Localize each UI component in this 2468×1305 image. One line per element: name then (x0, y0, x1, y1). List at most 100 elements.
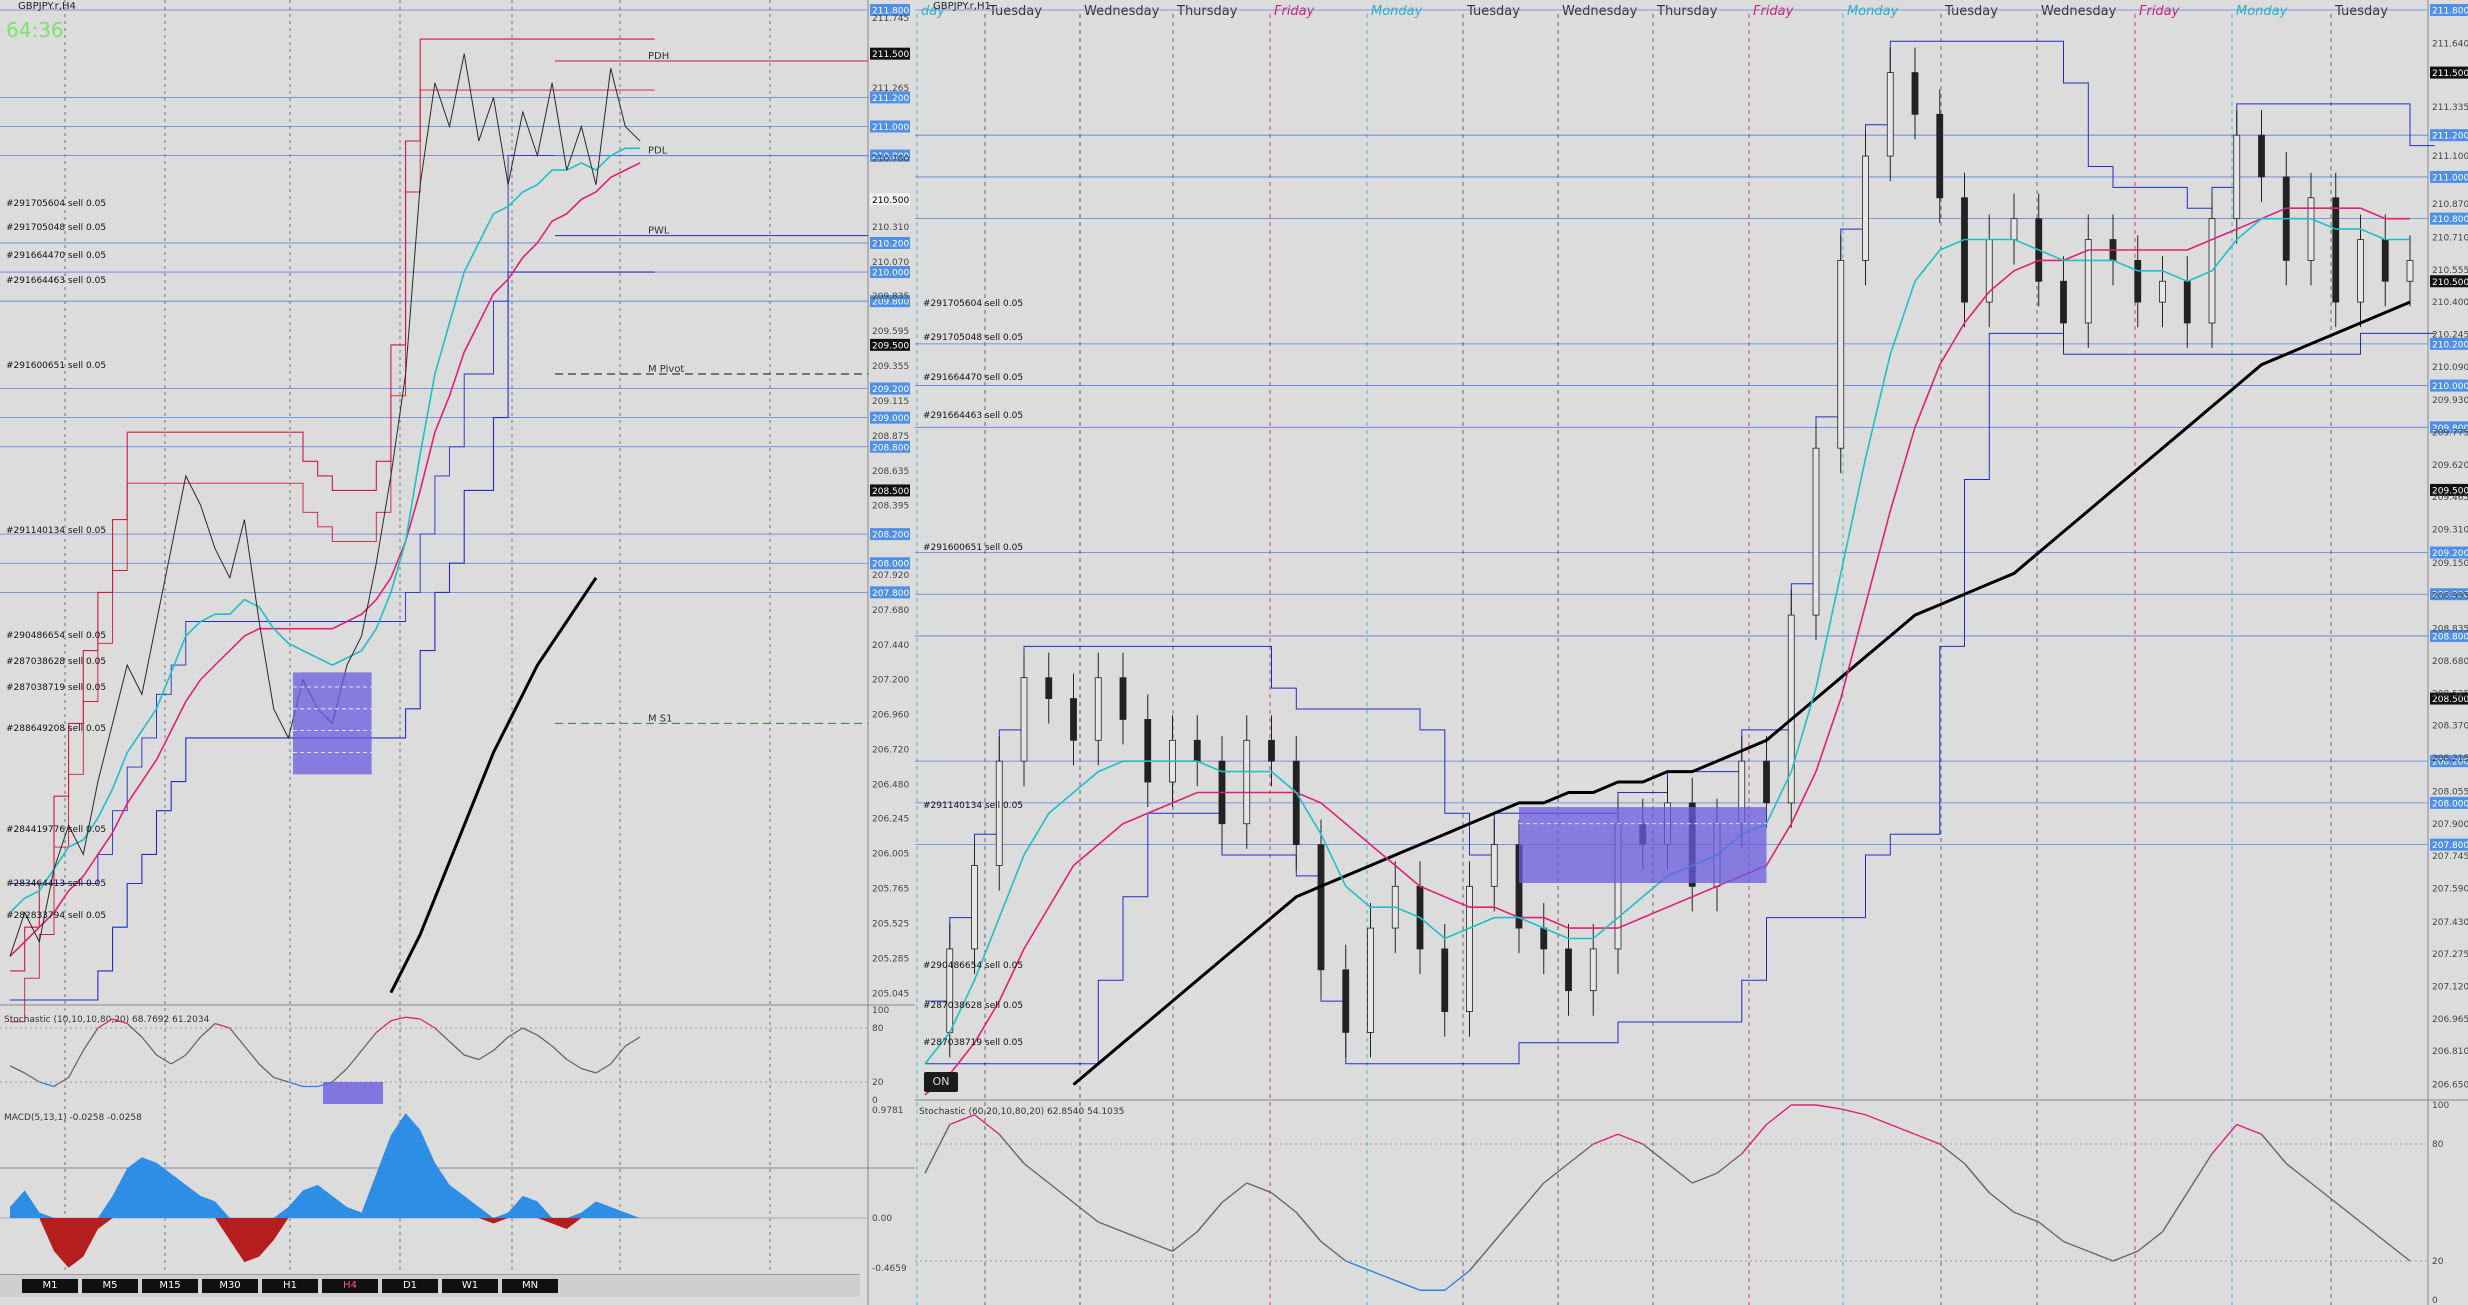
price-tick-label: 208.835 (2432, 625, 2468, 635)
candle-body (1342, 969, 1350, 1033)
price-tag: 210.000 (2432, 382, 2468, 392)
level-label: M Pivot (648, 364, 684, 375)
order-label: #291664470 sell 0.05 (6, 251, 106, 261)
candle-body (2357, 239, 2364, 303)
sma-line (389, 576, 598, 994)
stochastic-segment (566, 1058, 582, 1070)
macd-negative-area (10, 1218, 640, 1268)
on-badge[interactable]: ON (924, 1072, 958, 1092)
stochastic-segment (405, 1016, 421, 1020)
price-tick-label: 205.285 (872, 955, 909, 965)
stochastic-segment (1370, 1270, 1396, 1282)
stochastic-h4-label: Stochastic (10,10,10,80,20) 68.7692 61.2… (4, 1015, 210, 1025)
price-tag: 209.500 (872, 341, 909, 351)
stochastic-segment (170, 1054, 187, 1065)
stochastic-segment (200, 1023, 216, 1038)
stochastic-segment (390, 1016, 406, 1022)
order-label: #291664463 sell 0.05 (6, 276, 106, 286)
price-tag: 211.000 (872, 123, 909, 133)
stochastic-segment (2335, 1201, 2361, 1223)
tf-button-mn[interactable]: MN (502, 1279, 558, 1293)
h1-chart-pane[interactable]: day Tuesday Wednesday Thursday Friday Monday T… (915, 0, 2468, 1305)
tf-button-d1[interactable]: D1 (382, 1279, 438, 1293)
tf-button-m15[interactable]: M15 (142, 1279, 198, 1293)
candle-body (1070, 698, 1077, 741)
candle-body (2381, 239, 2389, 282)
stochastic-level-label: 0 (872, 1096, 878, 1106)
stochastic-segment (185, 1036, 201, 1056)
day-label: Monday (1371, 4, 1423, 19)
price-tick-label: 208.370 (2432, 722, 2468, 732)
price-tick-label: 206.005 (872, 850, 909, 860)
stochastic-segment (1963, 1163, 1990, 1194)
stochastic-zone (323, 1082, 384, 1104)
candle-body (1020, 677, 1028, 762)
price-tick-label: 210.780 (872, 155, 909, 165)
macd-level-label: 0.9781 (872, 1106, 904, 1116)
tf-button-m30[interactable]: M30 (202, 1279, 258, 1293)
price-tick-label: 205.045 (872, 989, 909, 999)
price-tick-label: 206.480 (872, 781, 909, 791)
stochastic-segment (361, 1032, 377, 1051)
stochastic-segment (258, 1063, 275, 1078)
tf-button-h4[interactable]: H4 (322, 1279, 378, 1293)
tf-button-w1[interactable]: W1 (442, 1279, 498, 1293)
stochastic-segment (39, 1081, 55, 1088)
timeframe-bar: M1 M5 M15 M30 H1 H4 D1 W1 MN (0, 1274, 860, 1297)
price-tick-label: 210.400 (2432, 298, 2468, 308)
order-label: #282833794 sell 0.05 (6, 911, 106, 921)
day-label: Tuesday (988, 4, 1042, 19)
day-label: Friday (1753, 4, 1794, 19)
tf-button-h1[interactable]: H1 (262, 1279, 318, 1293)
price-tag: 207.800 (2432, 841, 2468, 851)
candle-body (1763, 760, 1770, 804)
stochastic-segment (2013, 1211, 2040, 1223)
day-label: Wednesday (2041, 4, 2117, 19)
stochastic-segment (434, 1027, 450, 1042)
candle-body (1268, 739, 1275, 762)
price-tick-label: 209.775 (2432, 429, 2468, 439)
candle-body (1490, 844, 1498, 887)
day-label: Wednesday (1084, 4, 1160, 19)
order-label: #283464413 sell 0.05 (6, 879, 106, 889)
stochastic-segment (522, 1027, 538, 1036)
price-tick-label: 209.465 (2432, 493, 2468, 503)
tf-button-m5[interactable]: M5 (82, 1279, 138, 1293)
price-tick-label: 209.835 (872, 292, 909, 302)
price-line (9, 53, 641, 957)
price-tick-label: 206.245 (872, 815, 909, 825)
price-tag: 210.200 (2432, 340, 2468, 350)
order-label: #284419776 sell 0.05 (6, 825, 106, 835)
price-tick-label: 210.310 (872, 223, 909, 233)
price-tag: 209.200 (872, 385, 909, 395)
price-tag: 210.500 (2432, 278, 2468, 288)
stochastic-segment (2211, 1124, 2238, 1155)
stochastic-segment (1889, 1123, 1916, 1135)
candle-body (1837, 259, 1845, 449)
h1-chart-canvas[interactable]: day Tuesday Wednesday Thursday Friday Monday T… (915, 0, 2468, 1305)
price-tag: 210.200 (872, 239, 909, 249)
day-label: Wednesday (1562, 4, 1638, 19)
stochastic-segment (1073, 1201, 1099, 1223)
stochastic-segment (288, 1081, 304, 1088)
price-tag: 211.500 (2432, 69, 2468, 79)
price-tick-label: 209.115 (872, 397, 909, 407)
price-tag: 210.800 (2432, 215, 2468, 225)
stochastic-segment (1741, 1124, 1768, 1155)
price-tag: 211.800 (2432, 7, 2468, 17)
candle-body (1441, 948, 1449, 1012)
candle-body (2060, 280, 2067, 324)
stochastic-segment (1097, 1221, 1124, 1233)
candle-body (1094, 677, 1102, 741)
candle-body (2233, 134, 2241, 220)
stochastic-segment (214, 1022, 230, 1029)
h4-chart-canvas[interactable]: 211.800211.500211.200211.000210.800210.5… (0, 0, 915, 1305)
level-label: PDH (648, 51, 669, 62)
price-tag: 208.000 (2432, 799, 2468, 809)
candle-body (1317, 844, 1325, 971)
stochastic-segment (1394, 1279, 1421, 1291)
h4-chart-pane[interactable]: 211.800 211.500 211.200 211.000 210.800 210.5… (0, 0, 915, 1305)
price-tick-label: 210.555 (2432, 266, 2468, 276)
tf-button-m1[interactable]: M1 (22, 1279, 78, 1293)
stochastic-segment (1518, 1182, 1545, 1213)
